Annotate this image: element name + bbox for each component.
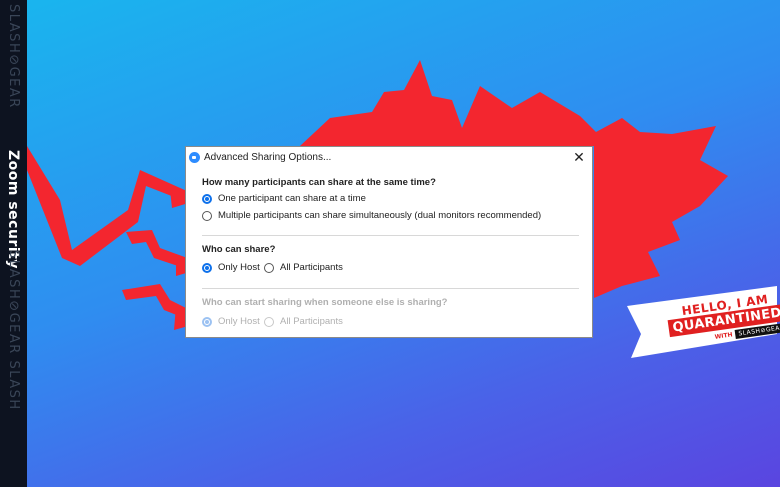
radio-button-checked[interactable] bbox=[202, 193, 212, 204]
radio-only-host-disabled: Only Host bbox=[202, 316, 260, 327]
radio-label: Multiple participants can share simultan… bbox=[218, 210, 542, 221]
radio-label: Only Host bbox=[218, 262, 260, 273]
divider bbox=[202, 235, 579, 236]
radio-label: Only Host bbox=[218, 316, 260, 327]
radio-button[interactable] bbox=[202, 210, 212, 221]
radio-button-disabled bbox=[264, 316, 274, 327]
radio-label: All Participants bbox=[280, 262, 343, 273]
advanced-sharing-dialog: Advanced Sharing Options... ✕ How many p… bbox=[185, 146, 593, 338]
watermark-bottom: SLASH⊘GEAR SLASH bbox=[6, 250, 21, 411]
dialog-title: Advanced Sharing Options... bbox=[204, 152, 332, 163]
radio-label: All Participants bbox=[280, 316, 343, 327]
question-concurrent-sharing: How many participants can share at the s… bbox=[202, 177, 436, 188]
zoom-app-icon bbox=[189, 152, 200, 163]
question-who-can-share: Who can share? bbox=[202, 244, 276, 255]
question-start-sharing-while-sharing: Who can start sharing when someone else … bbox=[202, 297, 448, 308]
radio-button[interactable] bbox=[264, 262, 274, 273]
side-strip: SLASH⊘GEAR Zoom security SLASH⊘GEAR SLAS… bbox=[0, 0, 27, 487]
radio-label: One participant can share at a time bbox=[218, 193, 366, 204]
close-icon[interactable]: ✕ bbox=[570, 148, 588, 166]
sticker-with: WITH bbox=[714, 331, 734, 341]
radio-all-participants-disabled: All Participants bbox=[264, 316, 343, 327]
radio-button-checked[interactable] bbox=[202, 262, 212, 273]
divider bbox=[202, 288, 579, 289]
watermark-top: SLASH⊘GEAR bbox=[6, 4, 21, 109]
radio-one-participant[interactable]: One participant can share at a time bbox=[202, 193, 366, 204]
dialog-titlebar: Advanced Sharing Options... ✕ bbox=[186, 147, 592, 169]
radio-button-checked-disabled bbox=[202, 316, 212, 327]
radio-only-host[interactable]: Only Host bbox=[202, 262, 260, 273]
radio-all-participants[interactable]: All Participants bbox=[264, 262, 343, 273]
radio-multiple-participants[interactable]: Multiple participants can share simultan… bbox=[202, 210, 541, 221]
